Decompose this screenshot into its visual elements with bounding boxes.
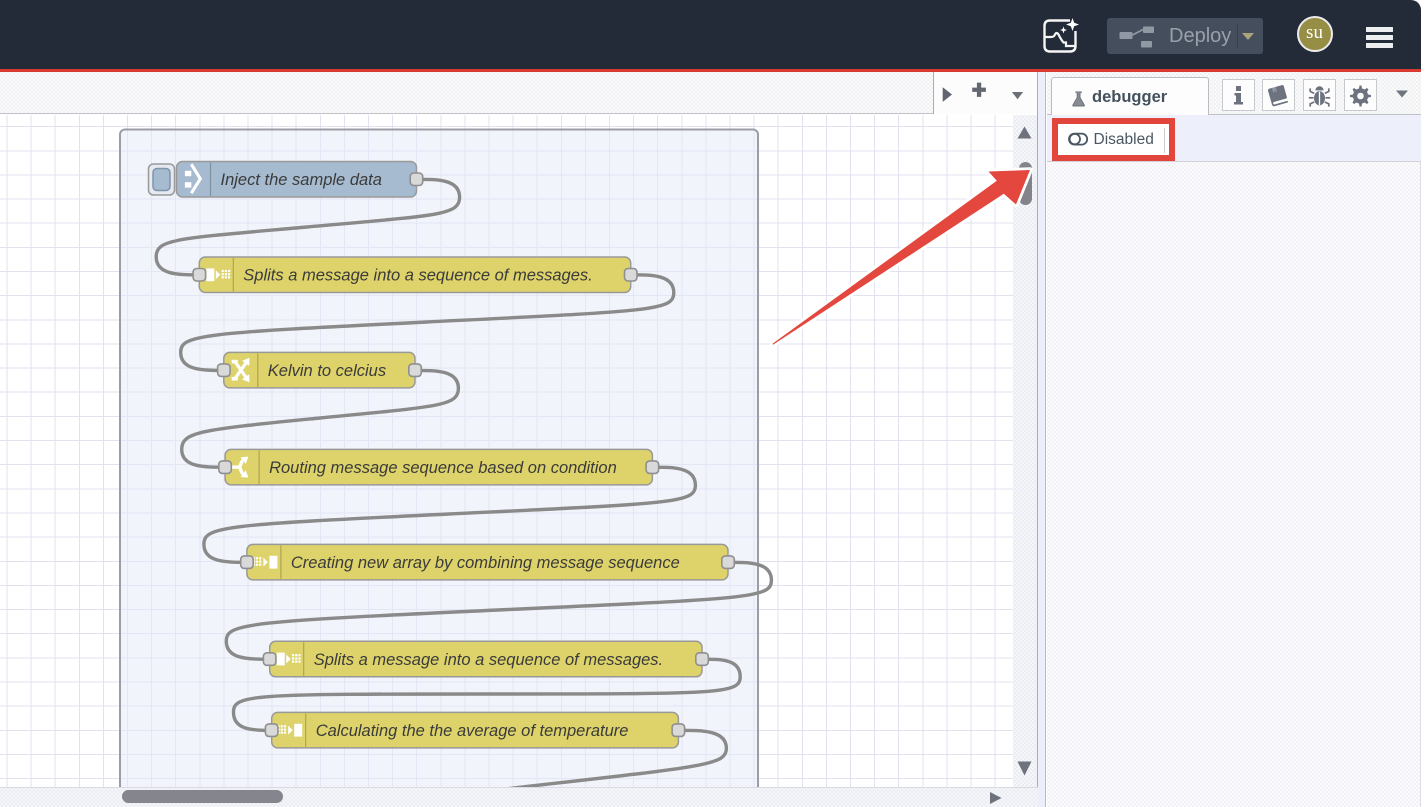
svg-text:Creating new array by combinin: Creating new array by combining message …	[291, 554, 680, 572]
svg-text:Splits a message into a sequen: Splits a message into a sequence of mess…	[243, 267, 592, 285]
svg-text:Calculating the the average of: Calculating the the average of temperatu…	[316, 722, 629, 740]
svg-text:Inject the sample data: Inject the sample data	[221, 171, 382, 189]
svg-text:Splits a message into a sequen: Splits a message into a sequence of mess…	[314, 651, 663, 669]
svg-text:Routing message sequence based: Routing message sequence based on condit…	[269, 459, 617, 477]
svg-text:Kelvin to celcius: Kelvin to celcius	[268, 362, 386, 380]
